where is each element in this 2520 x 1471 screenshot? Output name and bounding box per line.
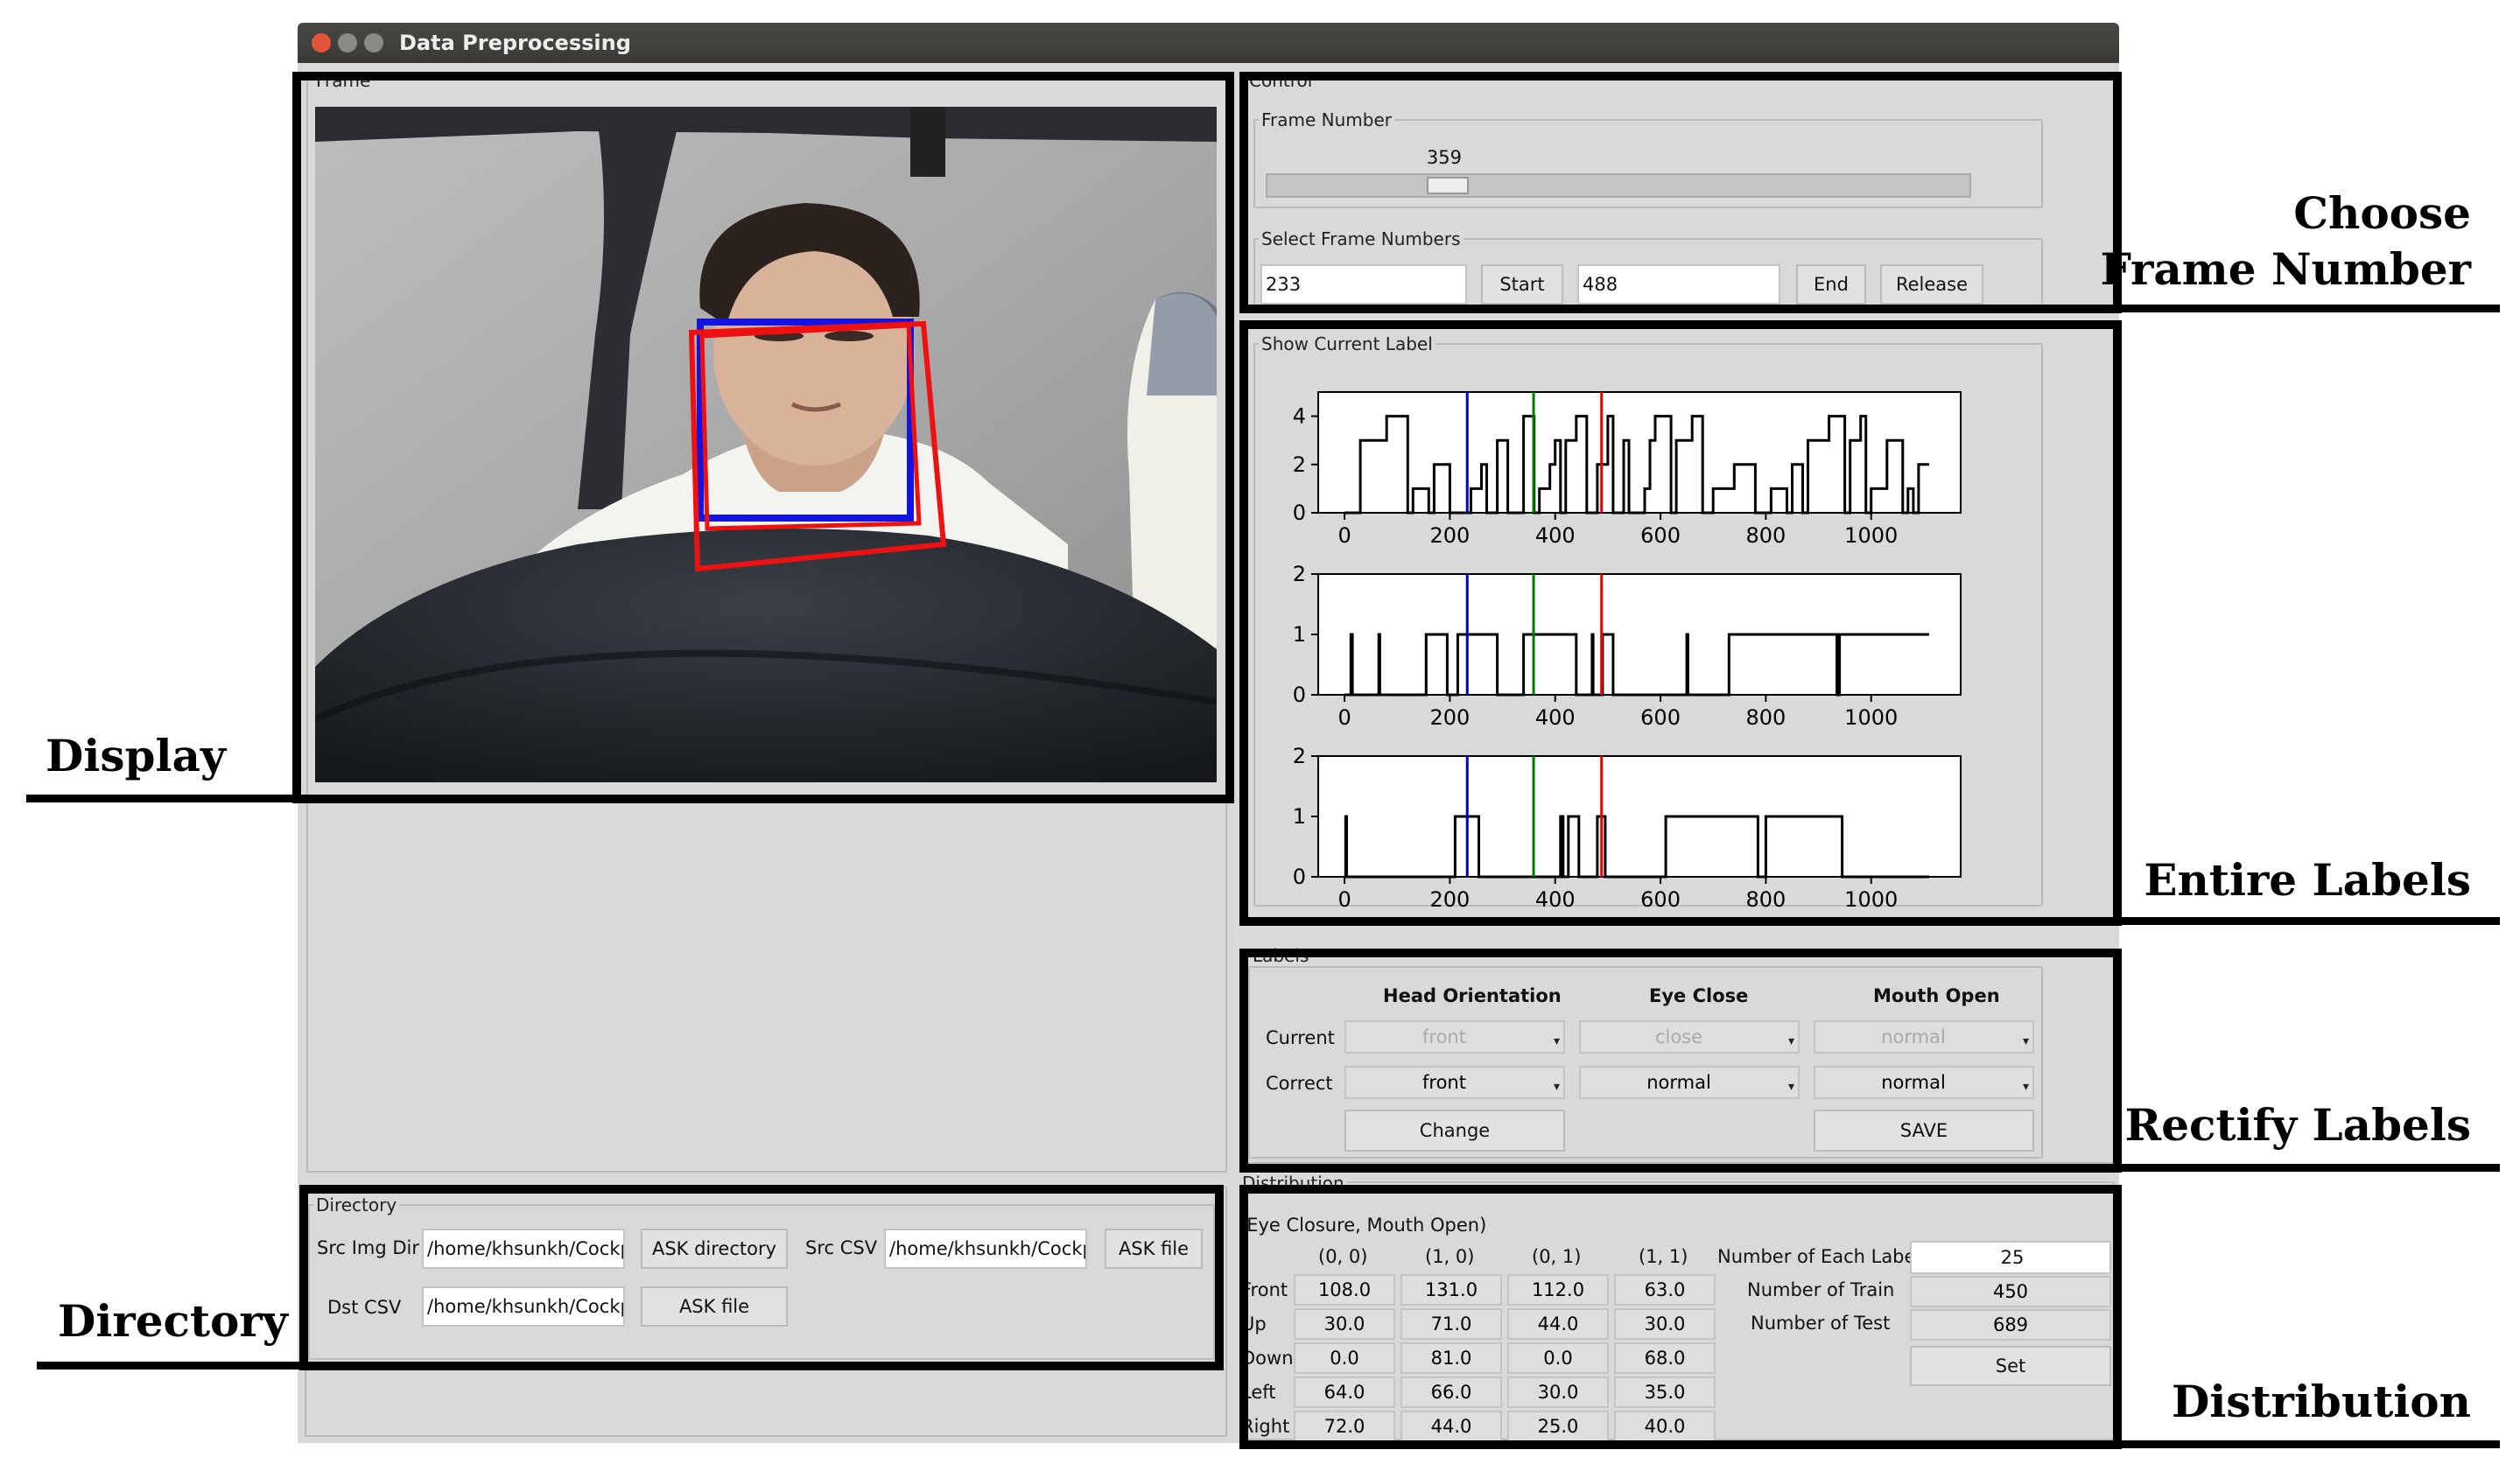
entire-leader-line <box>2113 917 2500 925</box>
annotation-display: Display <box>46 730 226 781</box>
entire-labels-highlight-box <box>1239 320 2122 926</box>
title-bar: Data Preprocessing <box>298 23 2119 63</box>
maximize-window-button[interactable] <box>364 33 383 53</box>
choose-leader-line <box>2113 305 2500 312</box>
distribution-highlight-box <box>1239 1185 2122 1449</box>
rectify-leader-line <box>2113 1164 2500 1172</box>
annotation-frame-number: Frame Number <box>2100 243 2471 295</box>
close-window-button[interactable] <box>312 33 331 53</box>
minimize-window-button[interactable] <box>338 33 357 53</box>
choose-frame-highlight-box <box>1239 72 2122 313</box>
annotation-distribution: Distribution <box>2171 1376 2471 1427</box>
display-highlight-box <box>292 72 1234 803</box>
rectify-labels-highlight-box <box>1239 949 2122 1173</box>
distribution-leader-line <box>2113 1440 2500 1448</box>
annotation-directory: Directory <box>58 1295 288 1347</box>
directory-highlight-box <box>299 1185 1224 1370</box>
annotation-rectify-labels: Rectify Labels <box>2124 1099 2471 1151</box>
annotation-entire-labels: Entire Labels <box>2144 854 2471 906</box>
directory-leader-line <box>37 1362 305 1369</box>
display-leader-line <box>26 795 303 802</box>
window-title: Data Preprocessing <box>399 31 631 55</box>
annotation-choose: Choose <box>2293 187 2471 239</box>
